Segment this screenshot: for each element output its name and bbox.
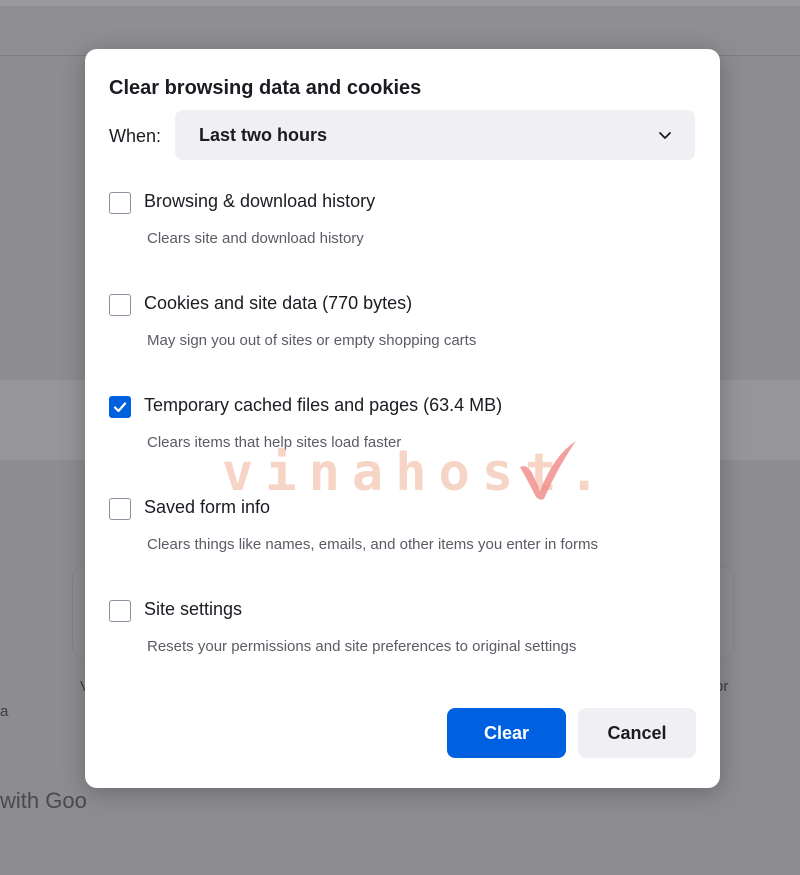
checkbox-form-info[interactable]: [109, 498, 131, 520]
option-cookies[interactable]: Cookies and site data (770 bytes) May si…: [109, 293, 699, 364]
checkbox-browsing-history[interactable]: [109, 192, 131, 214]
option-description: Resets your permissions and site prefere…: [147, 638, 577, 655]
option-cache[interactable]: Temporary cached files and pages (63.4 M…: [109, 395, 699, 466]
option-description: Clears things like names, emails, and ot…: [147, 536, 599, 553]
checkbox-cache[interactable]: [109, 396, 131, 418]
option-label: Temporary cached files and pages (63.4 M…: [144, 395, 503, 415]
checkmark-icon: [113, 402, 127, 413]
option-description: Clears items that help sites load faster: [147, 434, 402, 451]
time-range-value: Last two hours: [199, 125, 328, 145]
option-browsing-history[interactable]: Browsing & download history Clears site …: [109, 191, 699, 262]
option-label: Site settings: [144, 599, 243, 619]
option-label: Saved form info: [144, 497, 271, 517]
option-label: Cookies and site data (770 bytes): [144, 293, 413, 313]
option-description: Clears site and download history: [147, 230, 364, 247]
time-range-select[interactable]: Last two hours: [175, 110, 695, 160]
when-label: When:: [109, 126, 162, 146]
clear-data-dialog: Clear browsing data and cookies When: La…: [85, 49, 720, 788]
cancel-button[interactable]: Cancel: [578, 708, 696, 758]
checkbox-cookies[interactable]: [109, 294, 131, 316]
clear-button[interactable]: Clear: [447, 708, 566, 758]
background-fragment-a: a: [0, 703, 9, 720]
option-description: May sign you out of sites or empty shopp…: [147, 332, 477, 349]
option-form-info[interactable]: Saved form info Clears things like names…: [109, 497, 699, 568]
checkbox-site-settings[interactable]: [109, 600, 131, 622]
dialog-title: Clear browsing data and cookies: [109, 77, 422, 99]
background-search-text: with Goo: [0, 788, 87, 813]
option-site-settings[interactable]: Site settings Resets your permissions an…: [109, 599, 699, 670]
chevron-down-icon: [659, 132, 671, 139]
option-label: Browsing & download history: [144, 191, 376, 211]
